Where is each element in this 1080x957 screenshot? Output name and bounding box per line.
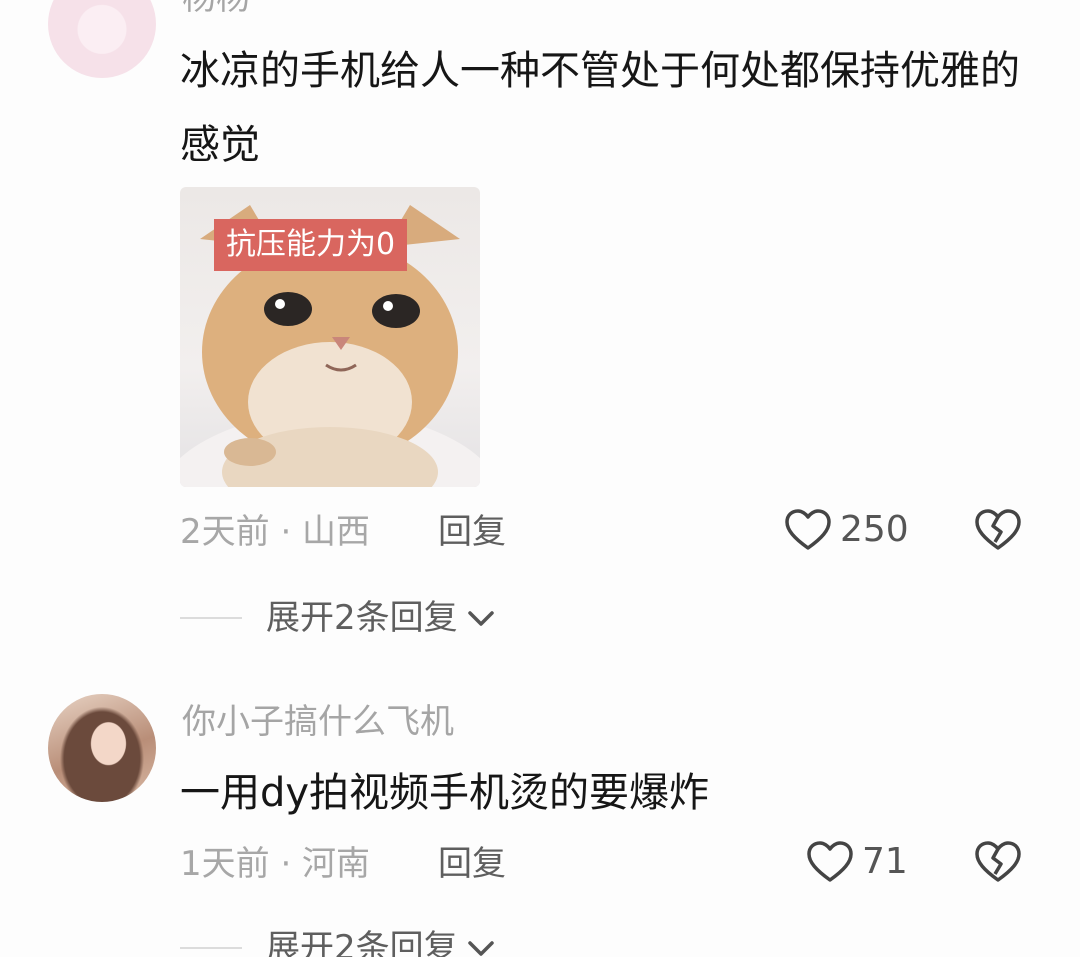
expand-replies-label: 展开2条回复 <box>266 598 458 638</box>
reply-button[interactable]: 回复 <box>438 844 506 884</box>
comment-list: 杨杨 冰凉的手机给人一种不管处于何处都保持优雅的感觉 抗压能力为0 <box>0 0 1080 957</box>
divider-line <box>180 617 242 619</box>
expand-replies[interactable]: 展开2条回复 <box>180 598 496 638</box>
reply-button[interactable]: 回复 <box>438 512 506 552</box>
comment-username[interactable]: 你小子搞什么飞机 <box>182 702 454 742</box>
avatar[interactable] <box>48 0 156 78</box>
heart-icon <box>785 509 831 550</box>
comment-time-location: 2天前 · 山西 <box>180 512 371 552</box>
expand-replies[interactable]: 展开2条回复 <box>180 928 496 957</box>
sticker-caption: 抗压能力为0 <box>214 219 408 271</box>
like-count: 250 <box>840 509 909 550</box>
comment-username[interactable]: 杨杨 <box>182 0 250 18</box>
broken-heart-icon[interactable] <box>974 838 1022 886</box>
like-button[interactable]: 71 <box>806 840 908 884</box>
heart-icon <box>807 841 853 882</box>
broken-heart-icon[interactable] <box>974 506 1022 554</box>
comment-sticker-image[interactable]: 抗压能力为0 <box>180 187 480 487</box>
expand-replies-label: 展开2条回复 <box>266 928 458 957</box>
avatar[interactable] <box>48 694 156 802</box>
comment-text: 冰凉的手机给人一种不管处于何处都保持优雅的感觉 <box>180 48 1020 168</box>
comment-text: 一用dy拍视频手机烫的要爆炸 <box>180 770 710 816</box>
divider-line <box>180 947 242 949</box>
chevron-down-icon <box>467 611 494 626</box>
comment-item: 你小子搞什么飞机 一用dy拍视频手机烫的要爆炸 1天前 · 河南 回复 71 展… <box>0 660 1080 957</box>
comment-item: 杨杨 冰凉的手机给人一种不管处于何处都保持优雅的感觉 抗压能力为0 <box>0 0 1080 660</box>
like-button[interactable]: 250 <box>784 508 909 552</box>
like-count: 71 <box>862 841 908 882</box>
chevron-down-icon <box>467 941 494 956</box>
comment-time-location: 1天前 · 河南 <box>180 844 371 884</box>
